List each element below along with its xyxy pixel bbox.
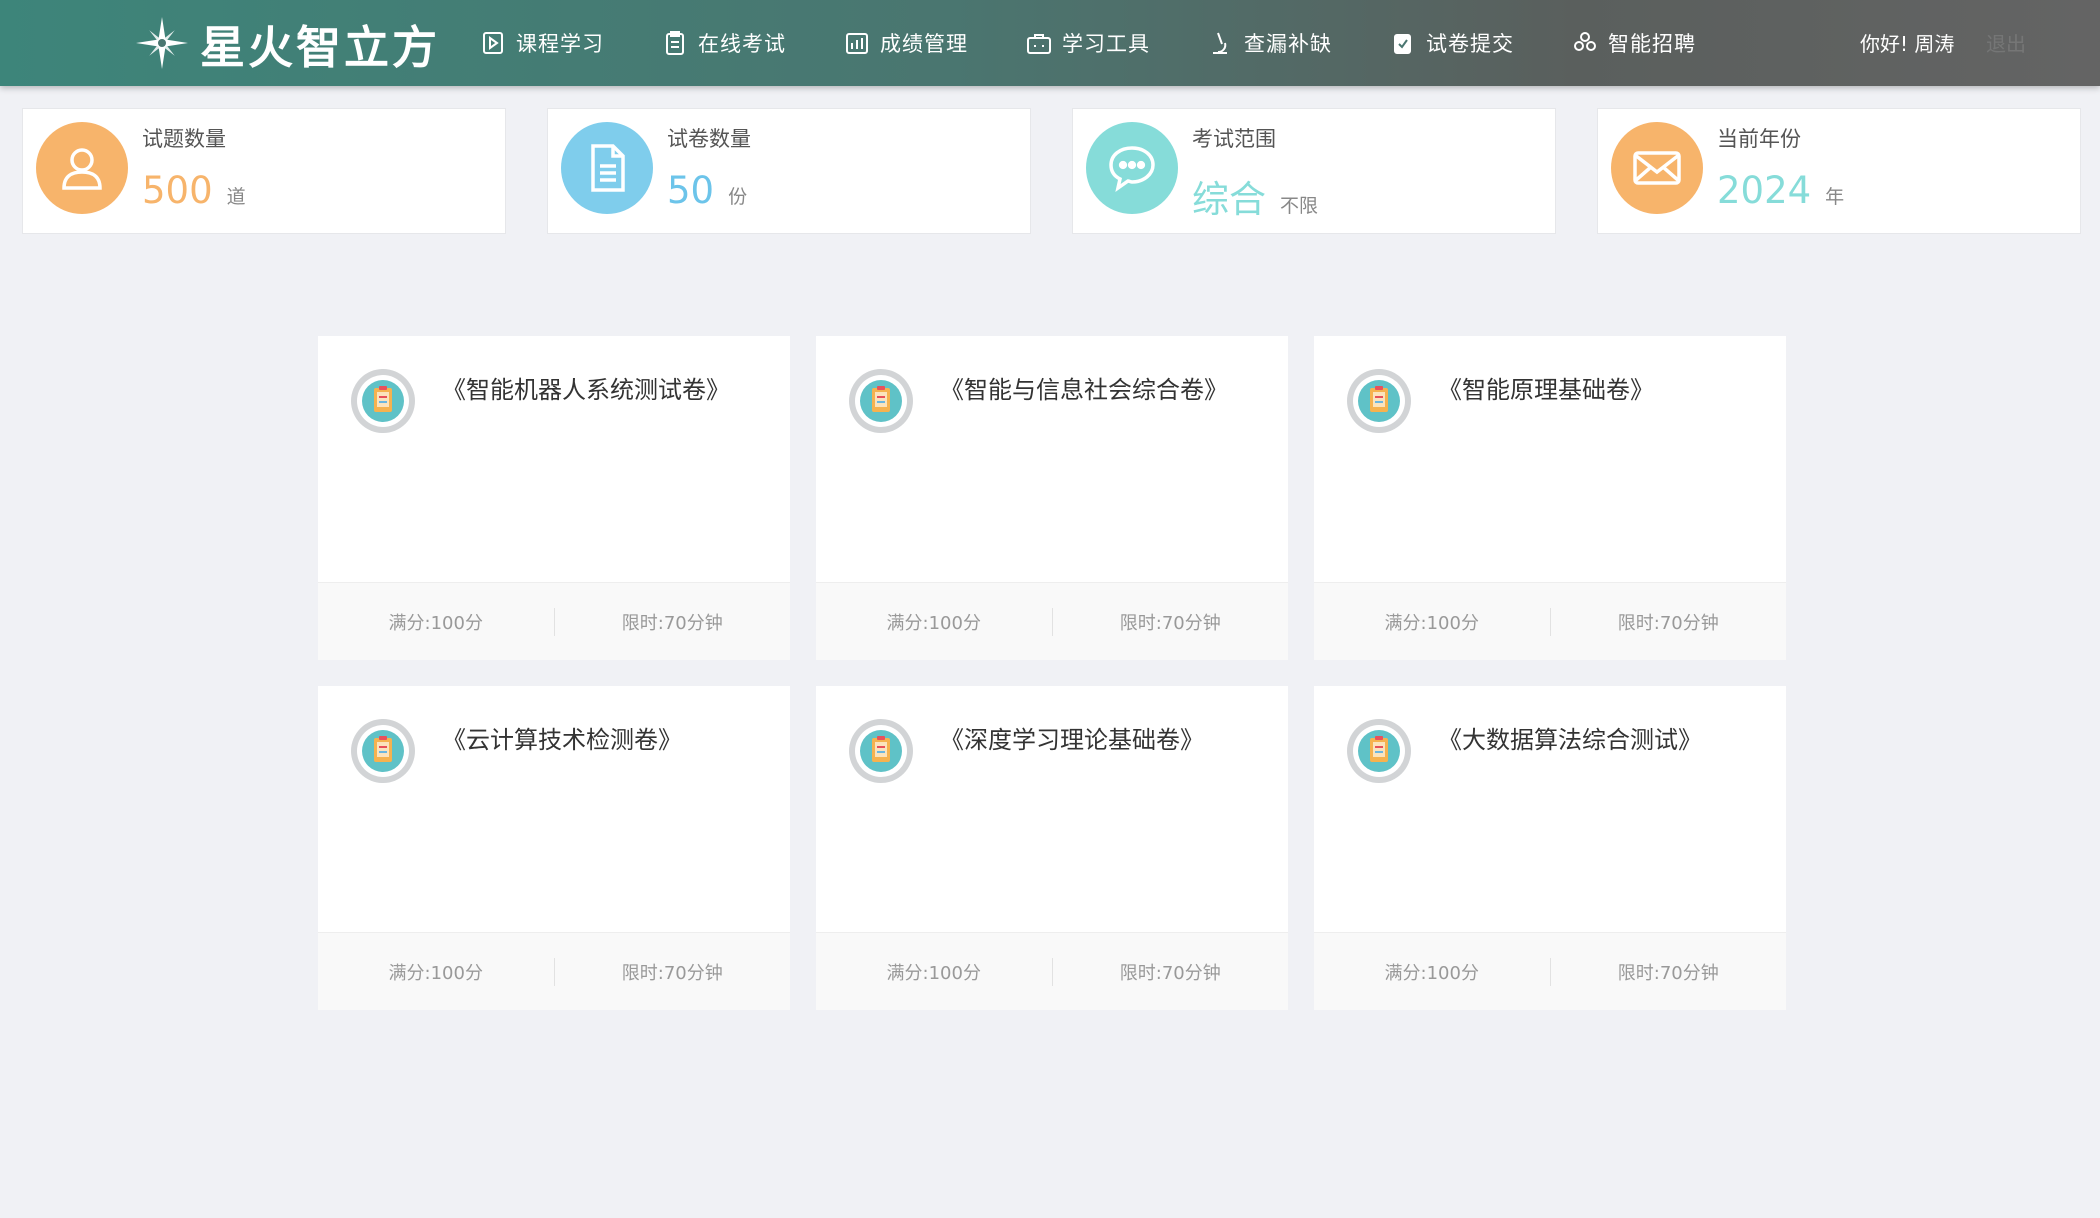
exam-card[interactable]: 《大数据算法综合测试》 满分:100分 限时:70分钟 [1314, 686, 1786, 1010]
brand[interactable]: 星火智立方 [136, 14, 440, 74]
exam-full-score: 满分:100分 [1384, 612, 1479, 634]
stat-card-exam-scope: 考试范围 综合 不限 [1072, 108, 1556, 234]
stat-value: 50 [667, 169, 715, 212]
exam-paper-icon [849, 719, 913, 783]
stat-card-question-count: 试题数量 500 道 [22, 108, 506, 234]
nav-label: 成绩管理 [880, 32, 968, 56]
stat-value: 综合 [1192, 178, 1266, 221]
exam-card[interactable]: 《智能与信息社会综合卷》 满分:100分 限时:70分钟 [816, 336, 1288, 660]
nav-item-smart-recruitment[interactable]: 智能招聘 [1572, 28, 1696, 58]
exam-time-limit: 限时:70分钟 [1119, 612, 1221, 634]
exam-title: 《智能原理基础卷》 [1438, 376, 1654, 404]
user-greeting: 你好! 周涛 [1860, 32, 1955, 56]
document-icon [591, 144, 625, 192]
nav-label: 试卷提交 [1426, 32, 1514, 56]
stat-unit: 年 [1825, 186, 1845, 208]
stat-value-row: 50 份 [667, 169, 747, 212]
exam-title: 《智能机器人系统测试卷》 [442, 376, 730, 404]
star-logo-icon [136, 17, 188, 69]
stat-label: 试题数量 [142, 127, 226, 151]
exam-full-score: 满分:100分 [1384, 962, 1479, 984]
chat-bubble-icon [1109, 146, 1155, 193]
nav-item-study-tools[interactable]: 学习工具 [1026, 28, 1150, 58]
stat-icon-wrap [561, 122, 653, 214]
exam-time-limit: 限时:70分钟 [1617, 612, 1719, 634]
stat-icon-wrap [36, 122, 128, 214]
nav-label: 查漏补缺 [1244, 32, 1332, 56]
stat-value: 500 [142, 169, 213, 212]
exam-paper-icon [1347, 369, 1411, 433]
exam-card[interactable]: 《智能机器人系统测试卷》 满分:100分 限时:70分钟 [318, 336, 790, 660]
stat-value-row: 综合 不限 [1192, 169, 1318, 223]
stat-icon-wrap [1086, 122, 1178, 214]
submit-doc-icon [1394, 34, 1411, 54]
exam-footer: 满分:100分 限时:70分钟 [318, 932, 790, 1010]
stat-card-current-year: 当前年份 2024 年 [1597, 108, 2081, 234]
stat-icon-wrap [1611, 122, 1703, 214]
exam-paper-icon [849, 369, 913, 433]
exam-paper-icon [351, 719, 415, 783]
exam-full-score: 满分:100分 [886, 962, 981, 984]
exam-card[interactable]: 《智能原理基础卷》 满分:100分 限时:70分钟 [1314, 336, 1786, 660]
exam-title: 《智能与信息社会综合卷》 [940, 376, 1228, 404]
microscope-icon [1213, 32, 1227, 54]
exam-paper-icon [1347, 719, 1411, 783]
exam-footer: 满分:100分 限时:70分钟 [318, 582, 790, 660]
stat-card-paper-count: 试卷数量 50 份 [547, 108, 1031, 234]
top-navigation-bar: 星火智立方 课程学习 在线考试 成绩管理 学习工具 查漏补缺 试卷提交 智能招聘… [0, 0, 2100, 86]
nav-label: 学习工具 [1062, 32, 1150, 56]
stat-unit: 不限 [1280, 195, 1319, 217]
user-icon [62, 148, 102, 190]
stat-label: 当前年份 [1717, 127, 1801, 151]
stat-value-row: 500 道 [142, 169, 246, 212]
people-icon [1574, 32, 1596, 51]
exam-card[interactable]: 《深度学习理论基础卷》 满分:100分 限时:70分钟 [816, 686, 1288, 1010]
exam-footer: 满分:100分 限时:70分钟 [1314, 932, 1786, 1010]
nav-label: 智能招聘 [1608, 32, 1696, 56]
stat-unit: 份 [728, 186, 748, 208]
exam-full-score: 满分:100分 [388, 612, 483, 634]
nav-label: 课程学习 [516, 32, 604, 56]
nav-item-score-management[interactable]: 成绩管理 [844, 28, 968, 58]
clipboard-icon [666, 31, 684, 55]
exam-time-limit: 限时:70分钟 [1617, 962, 1719, 984]
exam-full-score: 满分:100分 [388, 962, 483, 984]
exam-time-limit: 限时:70分钟 [1119, 962, 1221, 984]
brand-name: 星火智立方 [200, 20, 441, 74]
exam-footer: 满分:100分 限时:70分钟 [816, 582, 1288, 660]
stat-label: 试卷数量 [667, 127, 751, 151]
exam-full-score: 满分:100分 [886, 612, 981, 634]
nav-item-gap-review[interactable]: 查漏补缺 [1208, 28, 1332, 58]
nav-label: 在线考试 [698, 32, 786, 56]
play-doc-icon [483, 32, 503, 54]
exam-title: 《深度学习理论基础卷》 [940, 726, 1204, 754]
nav-item-paper-submit[interactable]: 试卷提交 [1390, 28, 1514, 58]
stat-value-row: 2024 年 [1717, 169, 1844, 212]
chart-icon [846, 33, 868, 54]
exam-time-limit: 限时:70分钟 [621, 612, 723, 634]
exam-title: 《云计算技术检测卷》 [442, 726, 682, 754]
nav-item-course-study[interactable]: 课程学习 [480, 28, 604, 58]
exam-time-limit: 限时:70分钟 [621, 962, 723, 984]
exam-title: 《大数据算法综合测试》 [1438, 726, 1702, 754]
stat-value: 2024 [1717, 169, 1812, 212]
toolbox-icon [1027, 34, 1051, 54]
main-nav: 课程学习 在线考试 成绩管理 学习工具 查漏补缺 试卷提交 智能招聘 [480, 0, 1754, 86]
nav-item-online-exam[interactable]: 在线考试 [662, 28, 786, 58]
stat-unit: 道 [226, 186, 246, 208]
mail-icon [1633, 151, 1681, 185]
exam-card[interactable]: 《云计算技术检测卷》 满分:100分 限时:70分钟 [318, 686, 790, 1010]
stat-label: 考试范围 [1192, 127, 1276, 151]
exam-footer: 满分:100分 限时:70分钟 [816, 932, 1288, 1010]
logout-link[interactable]: 退出 [1986, 28, 2026, 57]
exam-paper-icon [351, 369, 415, 433]
exam-footer: 满分:100分 限时:70分钟 [1314, 582, 1786, 660]
